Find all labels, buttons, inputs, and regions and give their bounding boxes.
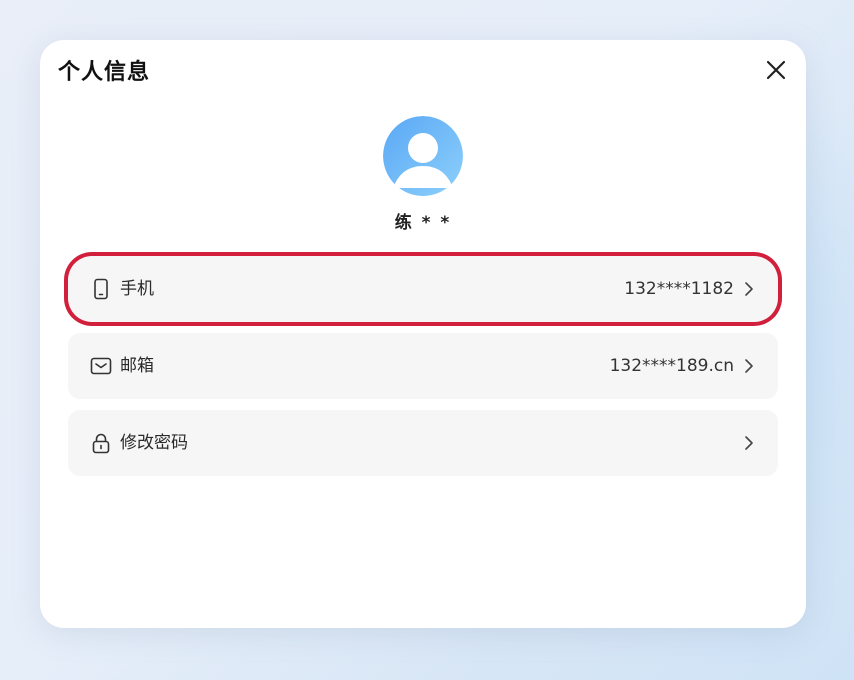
- chevron-right-icon: [745, 436, 753, 450]
- email-value: 132****189.cn: [609, 356, 734, 376]
- avatar[interactable]: [383, 116, 463, 196]
- chevron-right-icon: [745, 359, 753, 373]
- phone-value: 132****1182: [624, 279, 734, 299]
- user-avatar-icon: [383, 116, 463, 196]
- email-label: 邮箱: [120, 356, 154, 376]
- change-password-label: 修改密码: [120, 433, 188, 453]
- change-password-row[interactable]: 修改密码: [68, 410, 778, 476]
- dialog-title: 个人信息: [58, 60, 151, 85]
- chevron-right-icon: [745, 282, 753, 296]
- personal-info-dialog: 个人信息 练 * * 手机 132****1182 邮箱 132****189.…: [40, 40, 806, 628]
- mail-icon: [90, 357, 112, 375]
- lock-icon: [92, 433, 110, 454]
- user-name: 练 * *: [394, 213, 452, 233]
- close-icon: [766, 60, 786, 80]
- phone-icon: [94, 278, 108, 300]
- phone-label: 手机: [120, 279, 154, 299]
- email-row[interactable]: 邮箱 132****189.cn: [68, 333, 778, 399]
- phone-row[interactable]: 手机 132****1182: [68, 256, 778, 322]
- close-button[interactable]: [762, 56, 790, 84]
